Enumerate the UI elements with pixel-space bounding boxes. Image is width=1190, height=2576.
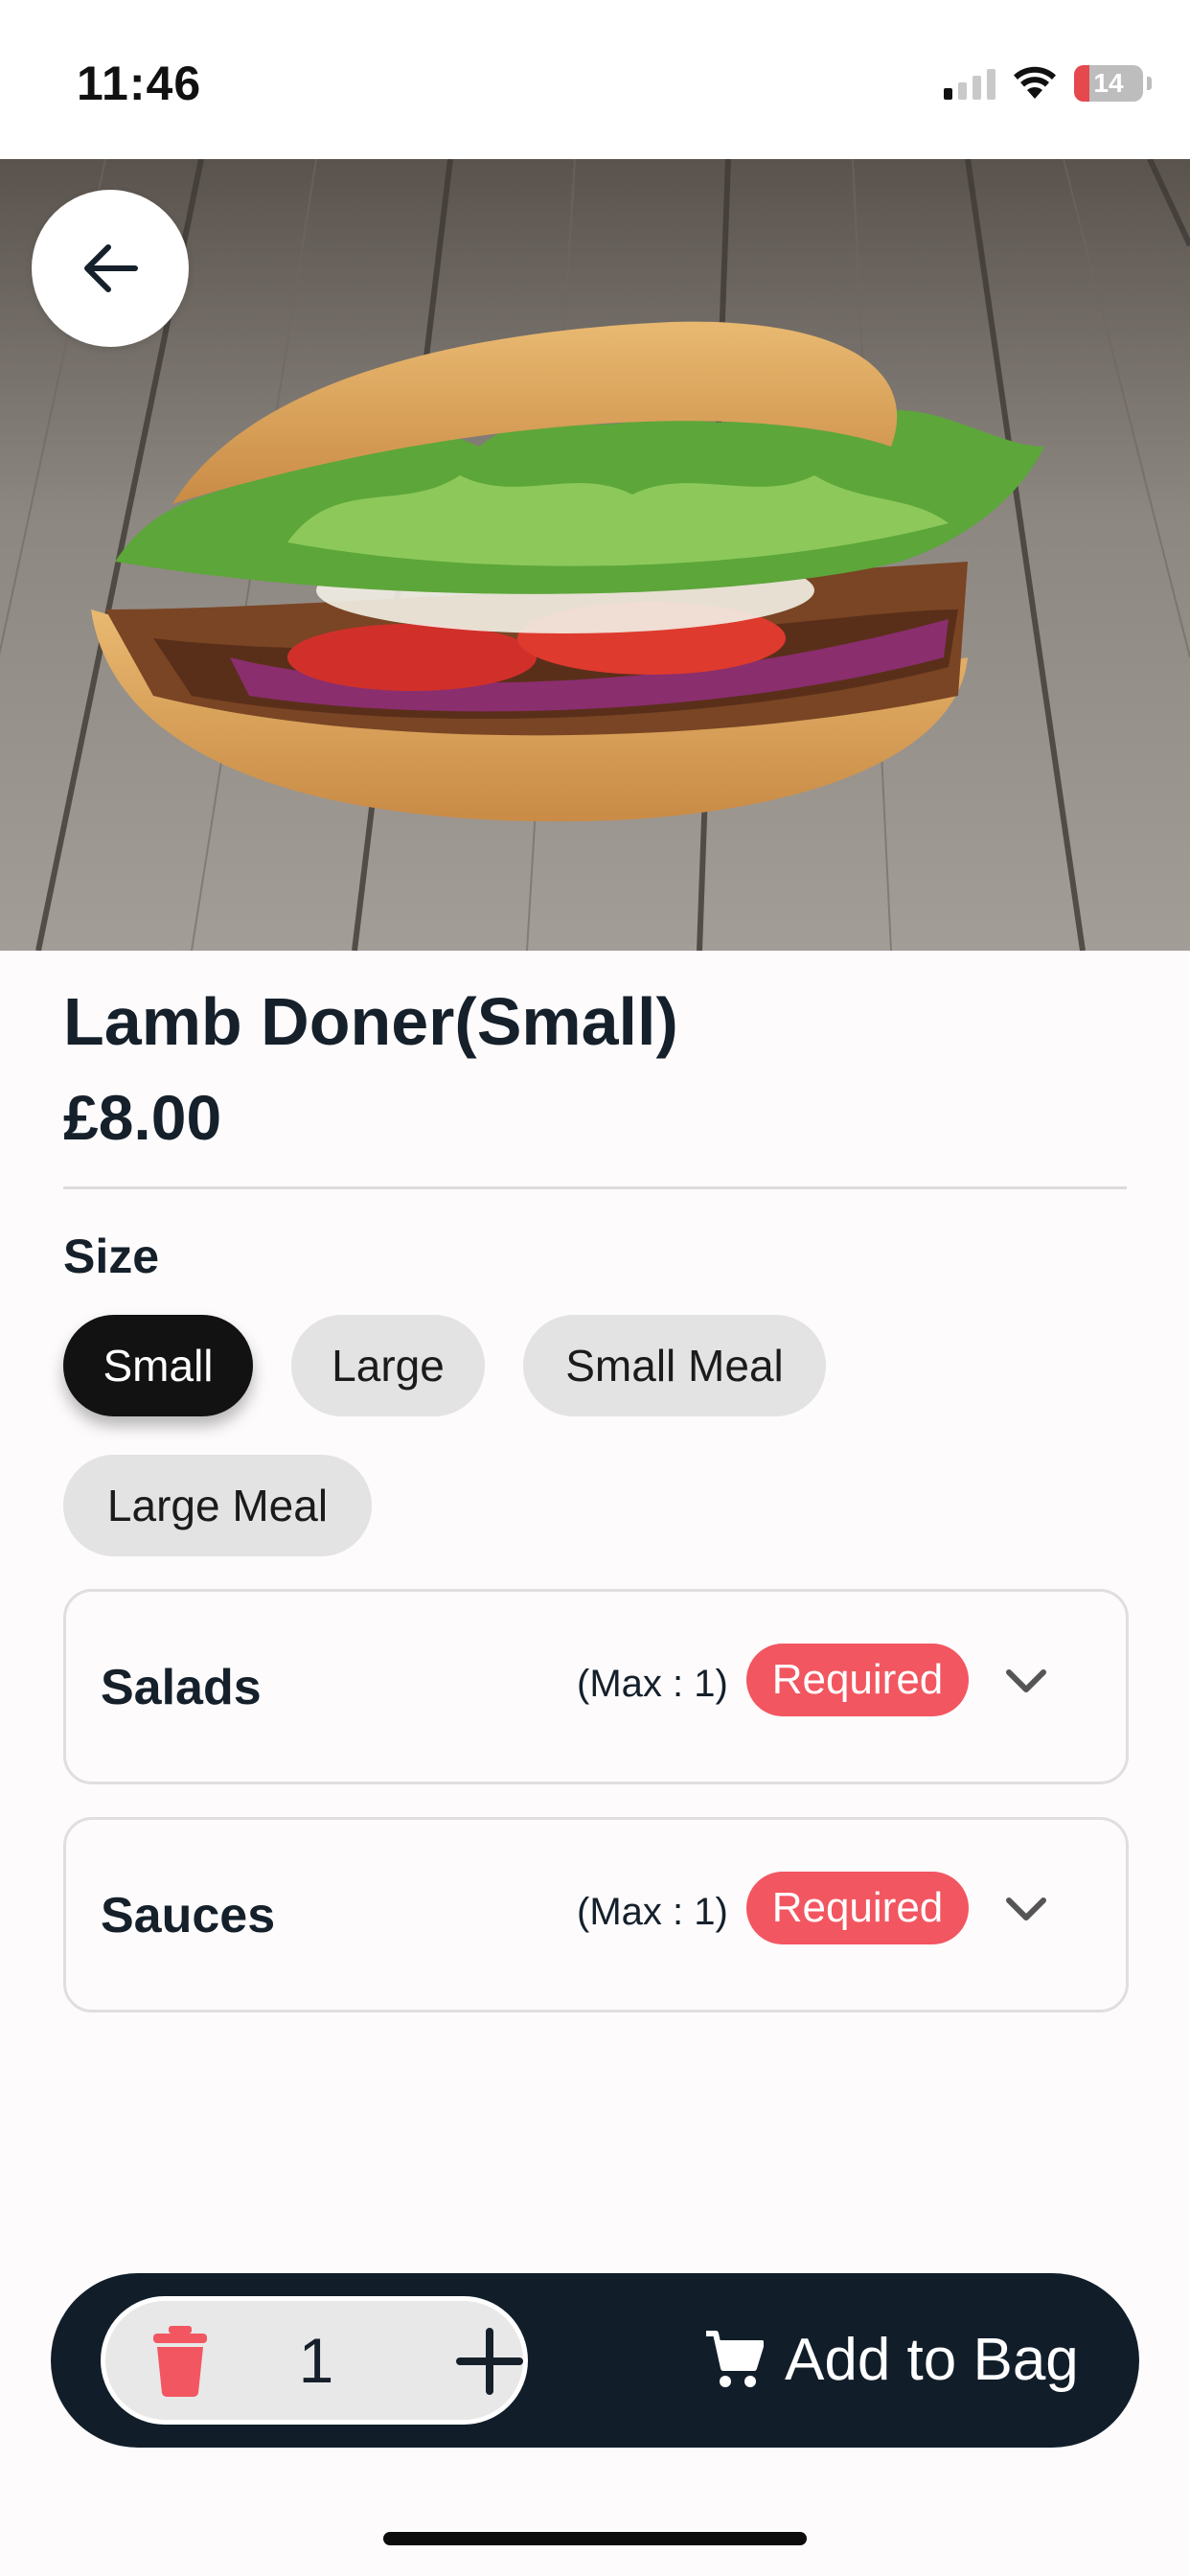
option-max: (Max : 1) xyxy=(577,1663,728,1705)
battery-level: 14 xyxy=(1093,68,1124,98)
option-title: Salads xyxy=(101,1660,262,1715)
arrow-left-icon xyxy=(84,244,138,292)
size-chip-small[interactable]: Small xyxy=(63,1315,253,1416)
option-group-salads[interactable]: Salads (Max : 1) Required xyxy=(63,1589,1129,1784)
option-group-sauces[interactable]: Sauces (Max : 1) Required xyxy=(63,1817,1129,2012)
battery-icon: 14 xyxy=(1074,65,1143,102)
trash-icon[interactable] xyxy=(151,2326,209,2397)
chevron-down-icon[interactable] xyxy=(1003,1895,1049,1925)
size-chip-small-meal[interactable]: Small Meal xyxy=(523,1315,826,1416)
size-chip-large-meal[interactable]: Large Meal xyxy=(63,1455,372,1556)
size-chip-large[interactable]: Large xyxy=(291,1315,485,1416)
required-badge: Required xyxy=(746,1644,969,1716)
add-to-bag-label: Add to Bag xyxy=(785,2326,1079,2393)
divider xyxy=(63,1186,1127,1189)
wifi-icon xyxy=(1014,66,1056,99)
size-label: Size xyxy=(63,1230,160,1283)
cart-icon xyxy=(706,2331,764,2387)
back-button[interactable] xyxy=(32,190,189,347)
product-title: Lamb Doner(Small) xyxy=(63,984,678,1059)
battery-tip xyxy=(1147,77,1152,90)
bottom-action-bar: 1 Add to Bag xyxy=(51,2273,1139,2448)
chevron-down-icon[interactable] xyxy=(1003,1667,1049,1697)
option-title: Sauces xyxy=(101,1888,276,1944)
cellular-signal-icon xyxy=(944,67,995,100)
required-badge: Required xyxy=(746,1872,969,1944)
option-max: (Max : 1) xyxy=(577,1891,728,1933)
quantity-stepper: 1 xyxy=(101,2296,528,2425)
home-indicator xyxy=(383,2532,807,2545)
add-to-bag-button[interactable]: Add to Bag xyxy=(704,2312,1079,2407)
quantity-value: 1 xyxy=(298,2325,334,2396)
status-bar: 11:46 14 xyxy=(0,0,1190,159)
status-time: 11:46 xyxy=(77,57,202,110)
product-price: £8.00 xyxy=(63,1082,222,1153)
status-icons: 14 xyxy=(944,59,1152,107)
plus-icon[interactable] xyxy=(456,2328,523,2395)
